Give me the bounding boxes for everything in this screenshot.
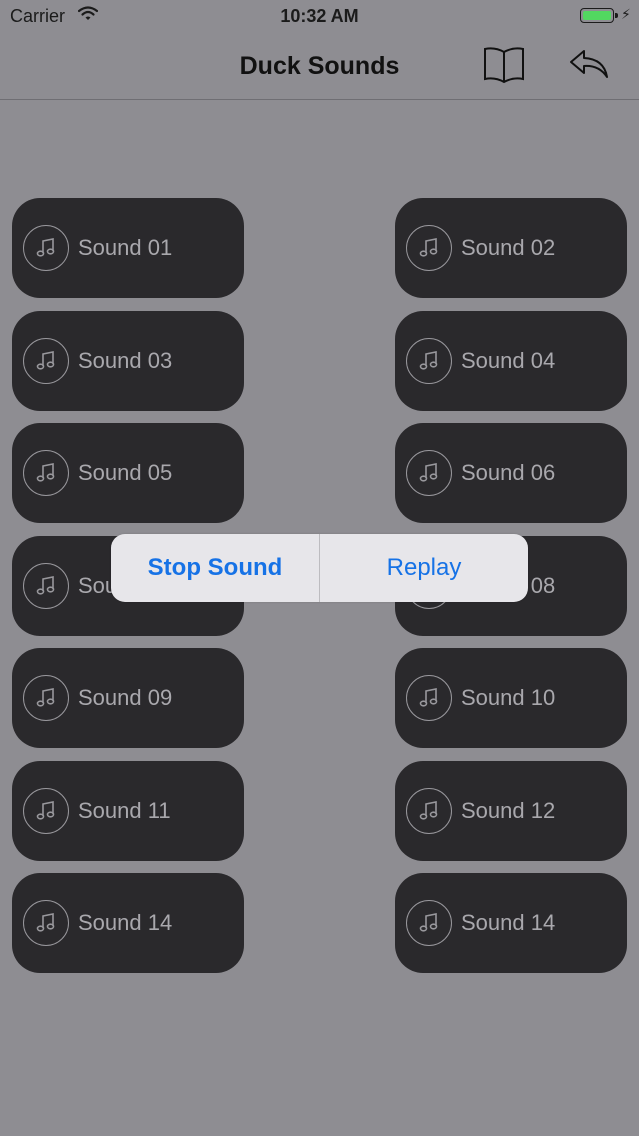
sound-button[interactable]: Sound 14	[12, 873, 244, 973]
sound-label: Sound 05	[78, 460, 173, 485]
sound-action-alert: Stop Sound Replay	[111, 534, 528, 602]
sound-label: Sound 10	[461, 685, 556, 710]
music-note-icon	[406, 900, 452, 946]
book-icon[interactable]	[482, 44, 526, 89]
reply-arrow-icon[interactable]	[568, 48, 610, 85]
music-note-icon	[23, 900, 69, 946]
sound-label: Sound 14	[78, 910, 173, 935]
navigation-bar: Duck Sounds	[0, 32, 639, 100]
battery-icon	[580, 8, 614, 23]
sound-label: Sound 03	[78, 348, 173, 373]
stop-sound-button[interactable]: Stop Sound	[111, 534, 319, 602]
sound-button[interactable]: Sound 09	[12, 648, 244, 748]
sound-label: Sound 06	[461, 460, 556, 485]
status-time: 10:32 AM	[280, 6, 359, 26]
sound-label: Sound 11	[78, 798, 171, 823]
music-note-icon	[23, 788, 69, 834]
music-note-icon	[23, 675, 69, 721]
sound-button[interactable]: Sound 02	[395, 198, 627, 298]
sound-label: Sound 01	[78, 235, 173, 260]
music-note-icon	[23, 225, 69, 271]
sound-button[interactable]: Sound 01	[12, 198, 244, 298]
sound-label: Sound 04	[461, 348, 556, 373]
music-note-icon	[406, 450, 452, 496]
music-note-icon	[406, 788, 452, 834]
music-note-icon	[406, 338, 452, 384]
sound-button[interactable]: Sound 14	[395, 873, 627, 973]
battery-cap	[615, 13, 618, 18]
sound-button[interactable]: Sound 12	[395, 761, 627, 861]
music-note-icon	[406, 225, 452, 271]
sound-label: Sound 02	[461, 235, 556, 260]
music-note-icon	[406, 675, 452, 721]
sound-button[interactable]: Sound 03	[12, 311, 244, 411]
replay-button[interactable]: Replay	[320, 534, 528, 602]
sound-button[interactable]: Sound 05	[12, 423, 244, 523]
sound-label: Sound 14	[461, 910, 556, 935]
sound-button[interactable]: Sound 11	[12, 761, 244, 861]
music-note-icon	[23, 450, 69, 496]
charging-bolt-icon: ⚡	[621, 6, 631, 22]
status-bar: Carrier 10:32 AM ⚡	[0, 0, 639, 32]
music-note-icon	[23, 338, 69, 384]
page-title: Duck Sounds	[239, 52, 400, 80]
sound-button[interactable]: Sound 04	[395, 311, 627, 411]
music-note-icon	[23, 563, 69, 609]
sound-label: Sound 12	[461, 798, 556, 823]
sound-button[interactable]: Sound 06	[395, 423, 627, 523]
sound-button[interactable]: Sound 10	[395, 648, 627, 748]
sound-label: Sound 09	[78, 685, 173, 710]
